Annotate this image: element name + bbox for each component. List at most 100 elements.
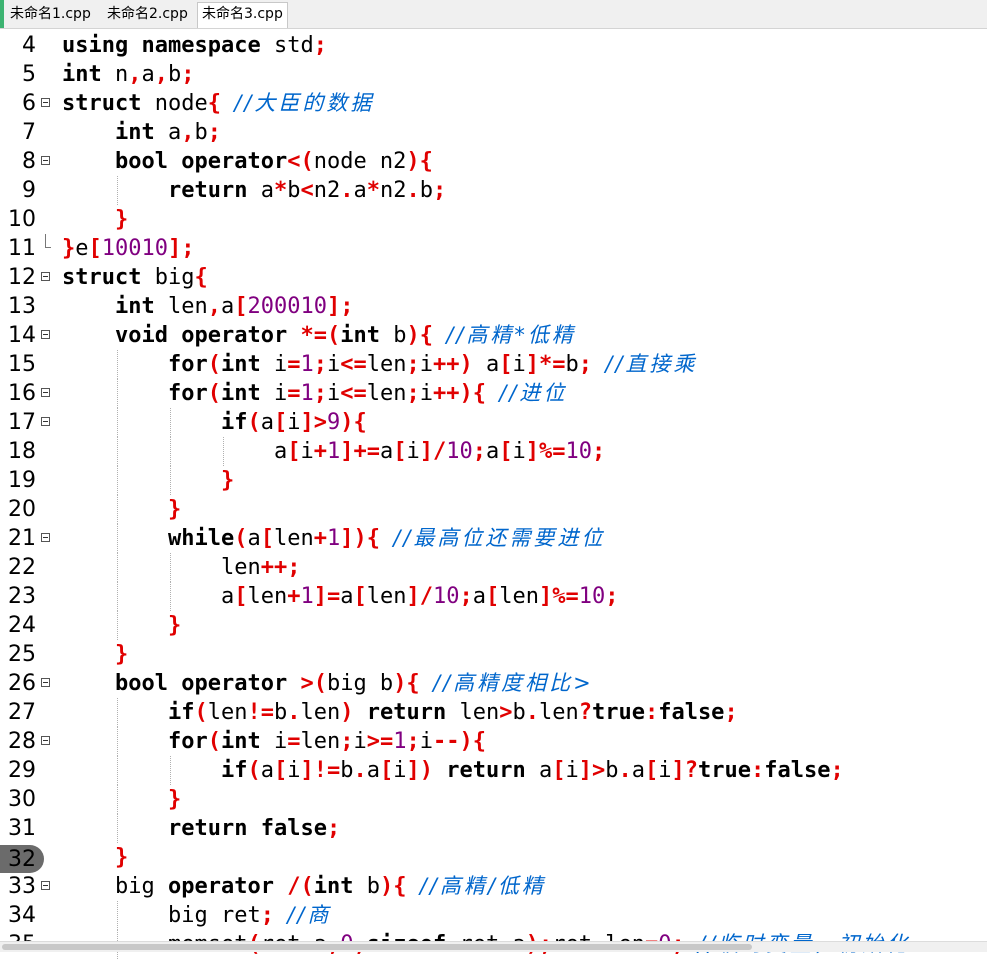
code-line[interactable]: 14 void operator *=(int b){ //高精*低精 <box>0 321 987 350</box>
code-line[interactable]: 13 int len,a[200010]; <box>0 292 987 321</box>
code-operator: { <box>207 91 221 116</box>
fold-toggle-icon[interactable] <box>41 417 50 426</box>
code-token: len <box>366 584 407 609</box>
tab-file-3[interactable]: 未命名3.cpp <box>197 2 288 28</box>
tab-file-2[interactable]: 未命名2.cpp <box>103 3 192 27</box>
code-operator: ; <box>459 584 473 609</box>
code-operator: [ <box>353 584 367 609</box>
code-operator: [ <box>234 584 248 609</box>
tab-file-1[interactable]: 未命名1.cpp <box>6 3 95 27</box>
code-line[interactable]: 12 struct big{ <box>0 263 987 292</box>
code-operator: , <box>128 62 142 87</box>
code-line[interactable]: 16 for(int i=1;i<=len;i++){ //进位 <box>0 379 987 408</box>
code-operator: } <box>221 468 235 493</box>
line-number: 15 <box>8 352 36 377</box>
code-keyword: int <box>340 323 380 348</box>
code-operator: } <box>168 787 182 812</box>
code-token: a <box>247 178 274 203</box>
fold-toggle-icon[interactable] <box>41 272 50 281</box>
code-line[interactable]: 26 bool operator >(big b){ //高精度相比> <box>0 669 987 698</box>
code-line[interactable]: 22 len++; <box>0 553 987 582</box>
code-operator: = <box>287 729 301 754</box>
indent-guide <box>117 350 118 379</box>
code-comment: //直接乘 <box>605 352 698 376</box>
horizontal-scrollbar[interactable] <box>0 941 987 952</box>
code-line[interactable]: 21 while(a[len+1]){ //最高位还需要进位 <box>0 524 987 553</box>
code-text: } <box>115 205 128 234</box>
line-number: 6 <box>22 91 36 116</box>
code-keyword: struct <box>62 265 142 290</box>
code-line[interactable]: 27 if(len!=b.len) return len>b.len?true:f… <box>0 698 987 727</box>
line-number: 9 <box>22 178 36 203</box>
code-keyword: false <box>764 758 831 783</box>
code-operator: ]= <box>313 584 341 609</box>
code-editor[interactable]: 4 using namespace std; 5 int n,a,b; 6 struct … <box>0 29 987 959</box>
code-line[interactable]: 23 a[len+1]=a[len]/10;a[len]%=10; <box>0 582 987 611</box>
code-token: i <box>406 439 420 464</box>
fold-toggle-icon[interactable] <box>41 533 50 542</box>
indent-guide <box>223 437 224 466</box>
fold-toggle-icon[interactable] <box>41 678 50 687</box>
code-operator: ++){ <box>433 381 486 406</box>
code-token: a <box>260 758 274 783</box>
code-token: a <box>366 758 380 783</box>
code-operator: ) <box>340 700 354 725</box>
code-token: b <box>340 758 354 783</box>
code-line[interactable]: 17 if(a[i]>9){ <box>0 408 987 437</box>
code-line[interactable]: 18 a[i+1]+=a[i]/10;a[i]%=10; <box>0 437 987 466</box>
fold-toggle-icon[interactable] <box>41 330 50 339</box>
code-line[interactable]: 8 bool operator<(node n2){ <box>0 147 987 176</box>
line-number: 17 <box>8 410 36 435</box>
code-line[interactable]: 10} <box>0 205 987 234</box>
line-number: 26 <box>8 671 36 696</box>
code-token: a <box>353 178 367 203</box>
code-operator: <= <box>340 381 367 406</box>
fold-toggle-icon[interactable] <box>41 881 50 890</box>
indent-guide <box>170 582 171 611</box>
code-operator: : <box>750 758 765 783</box>
code-token: i <box>419 729 433 754</box>
fold-toggle-icon[interactable] <box>41 98 50 107</box>
code-line[interactable]: 6 struct node{ //大臣的数据 <box>0 89 987 118</box>
code-line[interactable]: 7 int a,b; <box>0 118 987 147</box>
code-keyword: int <box>313 874 354 899</box>
code-line[interactable]: 34 big ret; //商 <box>0 901 987 930</box>
code-line[interactable]: 15 for(int i=1;i<=len;i++) a[i]*=b; //直接乘 <box>0 350 987 379</box>
code-operator: ; <box>326 816 341 841</box>
code-keyword: operator <box>181 671 288 696</box>
fold-toggle-icon[interactable] <box>41 388 50 397</box>
code-operator: *=( <box>300 323 341 348</box>
code-line[interactable]: 5 int n,a,b; <box>0 60 987 89</box>
indent-guide <box>117 524 118 553</box>
code-token: len <box>221 555 261 580</box>
code-line[interactable]: 20} <box>0 495 987 524</box>
code-line[interactable]: 9 return a*b<n2.a*n2.b; <box>0 176 987 205</box>
code-line[interactable]: 29 if(a[i]!=b.a[i]) return a[i]>b.a[i]?tr… <box>0 756 987 785</box>
code-operator: > <box>499 700 513 725</box>
fold-toggle-icon[interactable] <box>41 156 50 165</box>
code-comment: //高精度相比> <box>432 671 594 695</box>
code-line[interactable]: 19} <box>0 466 987 495</box>
code-line[interactable]: 32} <box>0 843 987 872</box>
code-line[interactable]: 4 using namespace std; <box>0 31 987 60</box>
code-line[interactable]: 24} <box>0 611 987 640</box>
code-line[interactable]: 33 big operator /(int b){ //高精/低精 <box>0 872 987 901</box>
code-line[interactable]: 28 for(int i=len;i>=1;i--){ <box>0 727 987 756</box>
code-token: e <box>75 236 89 261</box>
code-line[interactable]: 25} <box>0 640 987 669</box>
tab-bar: 未命名1.cpp 未命名2.cpp 未命名3.cpp <box>0 0 987 29</box>
code-line[interactable]: 31 return false; <box>0 814 987 843</box>
code-operator: ]/ <box>419 439 447 464</box>
code-keyword: if <box>221 758 248 783</box>
code-operator: ]+= <box>340 439 380 464</box>
line-number: 19 <box>8 468 36 493</box>
code-line[interactable]: 11}e[10010]; <box>0 234 987 263</box>
fold-toggle-icon[interactable] <box>41 736 50 745</box>
line-number: 11 <box>8 236 36 261</box>
horizontal-scrollbar-thumb[interactable] <box>2 944 752 950</box>
code-line[interactable]: 30} <box>0 785 987 814</box>
line-number: 20 <box>8 497 36 522</box>
